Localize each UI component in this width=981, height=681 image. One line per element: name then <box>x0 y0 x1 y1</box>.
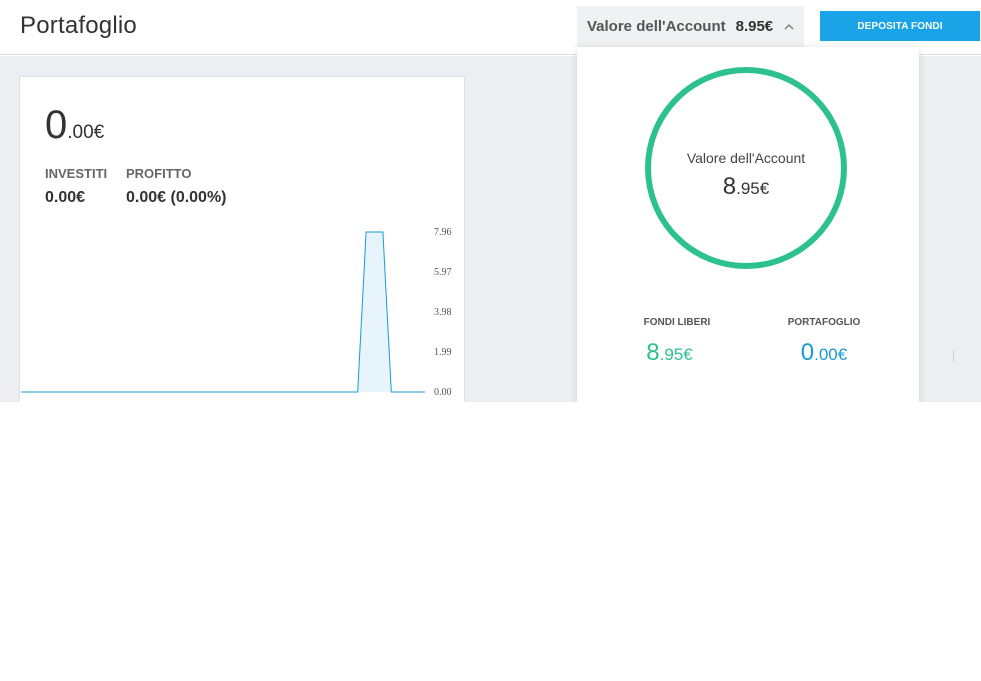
account-value-ring: Valore dell'Account 8.95€ <box>645 67 847 269</box>
ring-value: 8.95€ <box>651 173 841 201</box>
profit-label: PROFITTO <box>126 166 192 181</box>
profit-value: 0.00€ (0.00%) <box>126 189 227 206</box>
free-funds-label: FONDI LIBERI <box>643 317 711 328</box>
portfolio-funds-decimal: .00€ <box>814 345 848 364</box>
y-tick-label: 3.98 <box>434 307 452 318</box>
free-funds-decimal: .95€ <box>659 345 693 364</box>
account-value-label: Valore dell'Account <box>587 18 726 35</box>
portfolio-funds-label: PORTAFOGLIO <box>787 317 861 328</box>
portfolio-chart: 7.96 5.97 3.98 1.99 0.00 <box>21 227 452 398</box>
blank-area <box>0 402 981 681</box>
edge-divider <box>953 350 954 362</box>
portfolio-total: 0.00€ <box>45 103 104 148</box>
free-funds-value: 8.95€ <box>617 339 722 367</box>
y-tick-label: 7.96 <box>434 227 452 238</box>
portfolio-total-decimal: .00€ <box>67 122 105 143</box>
account-value-dropdown: Valore dell'Account 8.95€ FONDI LIBERI 8… <box>577 47 919 402</box>
y-tick-label: 1.99 <box>434 347 452 358</box>
ring-label: Valore dell'Account <box>686 150 806 166</box>
portfolio-card: 0.00€ INVESTITI 0.00€ PROFITTO 0.00€ (0.… <box>19 76 465 402</box>
ring-value-decimal: .95€ <box>736 179 770 198</box>
y-tick-label: 5.97 <box>434 267 452 278</box>
portfolio-funds-integer: 0 <box>800 339 815 366</box>
portfolio-funds-value: 0.00€ <box>769 339 879 367</box>
account-value-toggle[interactable]: Valore dell'Account 8.95€ <box>577 6 804 47</box>
page-title: Portafoglio <box>20 12 137 39</box>
chevron-up-icon <box>784 23 794 29</box>
y-tick-label: 0.00 <box>434 387 452 398</box>
app-viewport: Portafoglio Valore dell'Account 8.95€ DE… <box>0 0 981 402</box>
invested-label: INVESTITI <box>45 166 108 181</box>
deposit-funds-button[interactable]: DEPOSITA FONDI <box>820 11 980 41</box>
invested-value: 0.00€ <box>45 189 86 206</box>
portfolio-total-integer: 0 <box>45 103 68 147</box>
ring-value-integer: 8 <box>722 173 737 200</box>
account-value-amount: 8.95€ <box>735 18 774 35</box>
free-funds-integer: 8 <box>646 339 660 366</box>
